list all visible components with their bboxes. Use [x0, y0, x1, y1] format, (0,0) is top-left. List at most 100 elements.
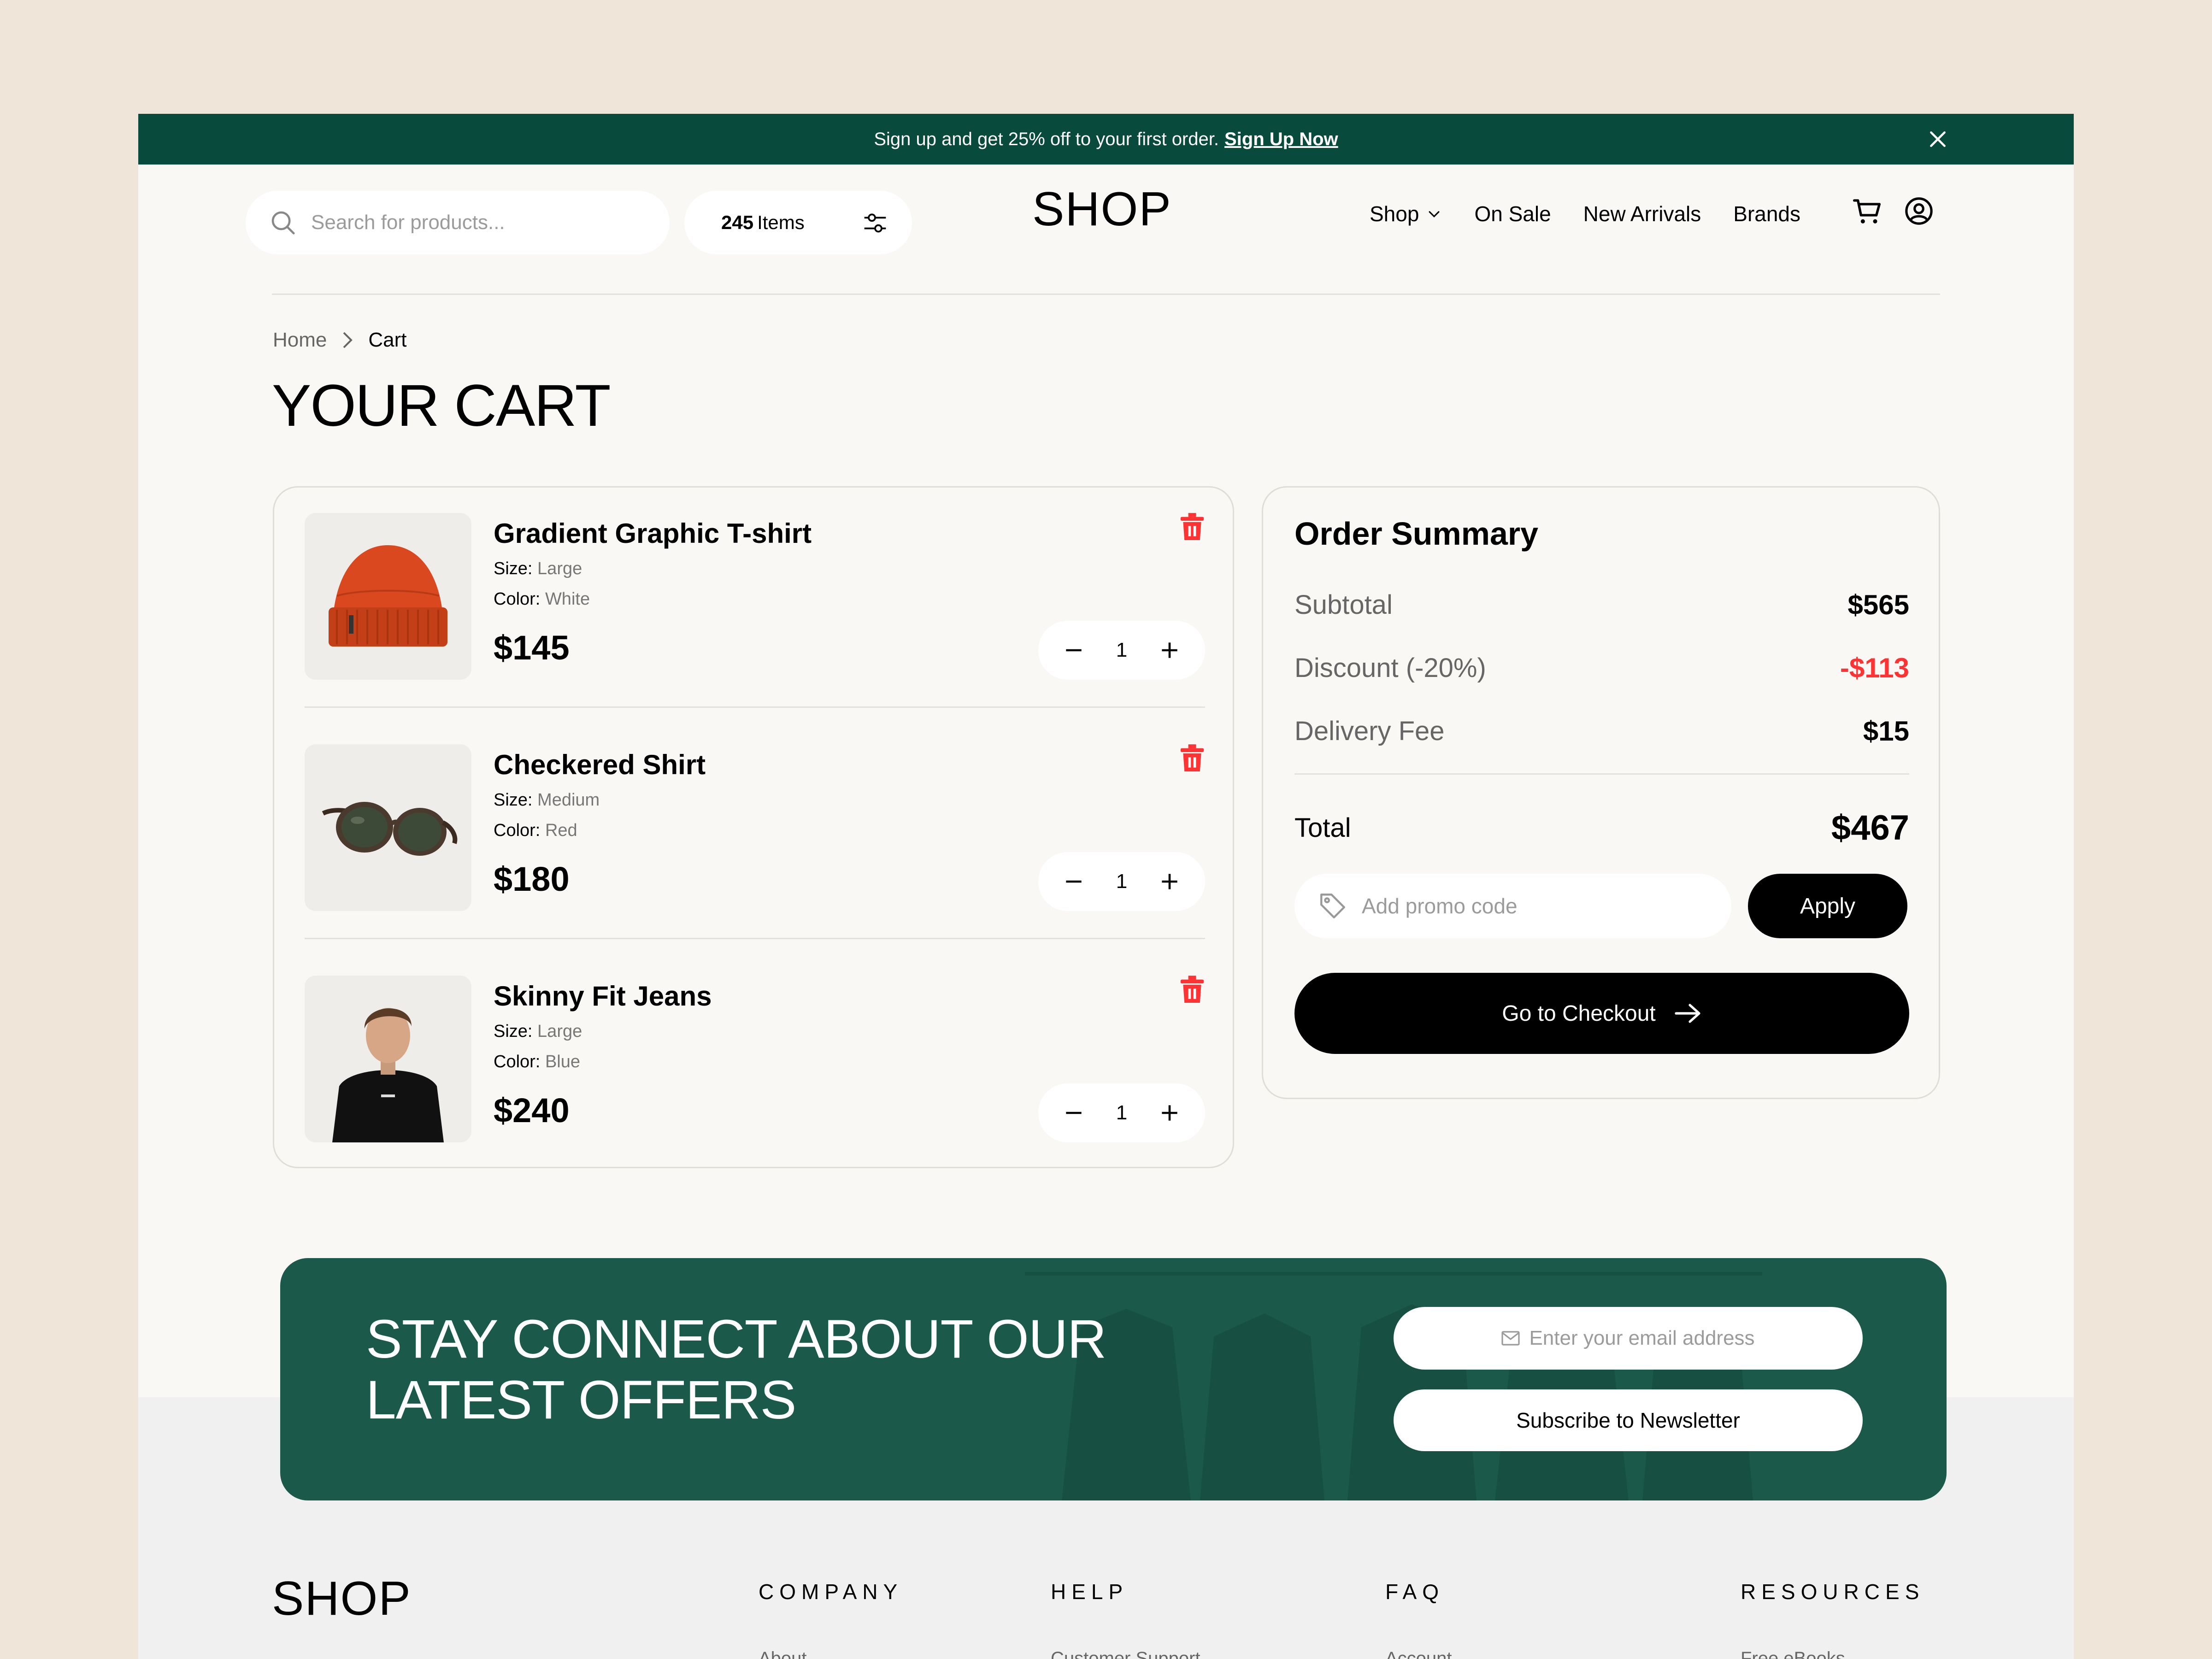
header-divider: [272, 294, 1940, 295]
cart-icon[interactable]: [1852, 197, 1884, 226]
email-field[interactable]: Enter your email address: [1394, 1307, 1863, 1370]
promo-text: Sign up and get 25% off to your first or…: [874, 129, 1219, 149]
items-label: Items: [757, 212, 805, 233]
discount-label: Discount (-20%): [1294, 653, 1486, 683]
nav-shop[interactable]: Shop: [1370, 201, 1442, 226]
sign-up-link[interactable]: Sign Up Now: [1224, 129, 1338, 150]
product-image[interactable]: [305, 976, 471, 1142]
search-icon: [271, 211, 295, 235]
size-value: Large: [537, 1022, 582, 1041]
main-nav: Shop On Sale New Arrivals Brands: [1370, 201, 1833, 226]
nav-on-sale[interactable]: On Sale: [1474, 201, 1551, 226]
product-size: Size: Large: [494, 559, 582, 579]
product-color: Color: Blue: [494, 1052, 580, 1072]
chevron-down-icon: [1429, 211, 1440, 218]
tag-icon: [1320, 894, 1345, 918]
color-label: Color:: [494, 589, 541, 609]
plus-icon[interactable]: [1158, 1101, 1181, 1124]
beanie-image: [329, 545, 447, 647]
product-price: $240: [494, 1091, 570, 1130]
trash-icon[interactable]: [1179, 513, 1205, 541]
search-input[interactable]: Search for products...: [246, 191, 670, 254]
headline-line-2: LATEST OFFERS: [366, 1370, 796, 1430]
nav-new-arrivals[interactable]: New Arrivals: [1583, 201, 1701, 226]
cart-item: Gradient Graphic T-shirt Size: Large Col…: [305, 513, 1205, 680]
item-divider: [305, 938, 1205, 939]
total-label: Total: [1294, 813, 1351, 843]
quantity-value: 1: [1116, 639, 1128, 661]
quantity-stepper: 1: [1038, 621, 1205, 680]
color-label: Color:: [494, 821, 541, 840]
filter-icon: [864, 213, 886, 233]
subtotal-row: Subtotal $565: [1294, 589, 1909, 621]
footer-col-resources: RESOURCES: [1741, 1580, 1925, 1604]
arrow-right-icon: [1675, 1004, 1700, 1023]
footer-link-support[interactable]: Customer Support: [1051, 1648, 1200, 1659]
trash-icon[interactable]: [1179, 976, 1205, 1004]
trash-icon[interactable]: [1179, 744, 1205, 773]
user-icon[interactable]: [1905, 197, 1933, 225]
cart-item: Checkered Shirt Size: Medium Color: Red …: [305, 744, 1205, 911]
footer-link-about[interactable]: About: [759, 1648, 807, 1659]
discount-value: -$113: [1840, 653, 1909, 683]
cart-list: Gradient Graphic T-shirt Size: Large Col…: [273, 486, 1234, 1168]
footer-logo[interactable]: SHOP: [272, 1571, 412, 1626]
logo[interactable]: SHOP: [1032, 182, 1172, 237]
promo-code-input[interactable]: Add promo code: [1294, 874, 1731, 938]
footer-link-ebooks[interactable]: Free eBooks: [1741, 1648, 1845, 1659]
product-color: Color: Red: [494, 821, 577, 841]
headline-line-1: STAY CONNECT ABOUT OUR: [366, 1309, 1106, 1370]
plus-icon[interactable]: [1158, 870, 1181, 893]
product-name[interactable]: Gradient Graphic T-shirt: [494, 518, 812, 549]
color-value: Red: [545, 821, 577, 840]
quantity-value: 1: [1116, 870, 1128, 893]
sunglasses-image: [322, 802, 458, 856]
item-divider: [305, 706, 1205, 708]
product-price: $145: [494, 629, 570, 667]
mail-icon: [1501, 1331, 1520, 1346]
newsletter-banner: STAY CONNECT ABOUT OUR LATEST OFFERS Ent…: [280, 1258, 1947, 1500]
apply-button[interactable]: Apply: [1748, 874, 1907, 938]
size-value: Large: [537, 559, 582, 578]
minus-icon[interactable]: [1062, 639, 1085, 662]
breadcrumb-current: Cart: [368, 329, 407, 351]
product-name[interactable]: Checkered Shirt: [494, 749, 706, 781]
clothing-rack-image: [1025, 1272, 1762, 1500]
color-label: Color:: [494, 1052, 541, 1071]
quantity-stepper: 1: [1038, 852, 1205, 911]
newsletter-headline: STAY CONNECT ABOUT OUR LATEST OFFERS: [366, 1309, 1106, 1430]
breadcrumb-home[interactable]: Home: [273, 329, 327, 352]
delivery-value: $15: [1863, 716, 1909, 747]
footer-col-company: COMPANY: [759, 1580, 903, 1604]
checkout-button[interactable]: Go to Checkout: [1294, 973, 1909, 1054]
minus-icon[interactable]: [1062, 870, 1085, 893]
summary-title: Order Summary: [1294, 516, 1539, 552]
color-value: Blue: [545, 1052, 580, 1071]
subscribe-button[interactable]: Subscribe to Newsletter: [1394, 1389, 1863, 1451]
plus-icon[interactable]: [1158, 639, 1181, 662]
promo-banner: Sign up and get 25% off to your first or…: [138, 114, 2074, 165]
chevron-right-icon: [343, 332, 353, 348]
cart-item: Skinny Fit Jeans Size: Large Color: Blue…: [305, 976, 1205, 1142]
nav-brands[interactable]: Brands: [1733, 201, 1800, 226]
email-placeholder: Enter your email address: [1529, 1327, 1755, 1349]
delivery-row: Delivery Fee $15: [1294, 715, 1909, 747]
search-placeholder: Search for products...: [311, 211, 505, 234]
product-image[interactable]: [305, 744, 471, 911]
product-image[interactable]: [305, 513, 471, 680]
size-label: Size:: [494, 1022, 533, 1041]
page-title: YOUR CART: [272, 373, 611, 439]
items-filter-button[interactable]: 245 Items: [684, 191, 912, 254]
product-name[interactable]: Skinny Fit Jeans: [494, 980, 712, 1012]
size-value: Medium: [537, 790, 600, 810]
discount-row: Discount (-20%) -$113: [1294, 652, 1909, 684]
breadcrumb: Home Cart: [273, 329, 407, 352]
promo-placeholder: Add promo code: [1362, 894, 1518, 918]
close-icon[interactable]: [1926, 128, 1949, 151]
size-label: Size:: [494, 559, 533, 578]
checkout-label: Go to Checkout: [1502, 1001, 1656, 1026]
footer-col-faq: FAQ: [1385, 1580, 1445, 1604]
footer-link-account[interactable]: Account: [1385, 1648, 1452, 1659]
minus-icon[interactable]: [1062, 1101, 1085, 1124]
total-value: $467: [1831, 808, 1909, 847]
